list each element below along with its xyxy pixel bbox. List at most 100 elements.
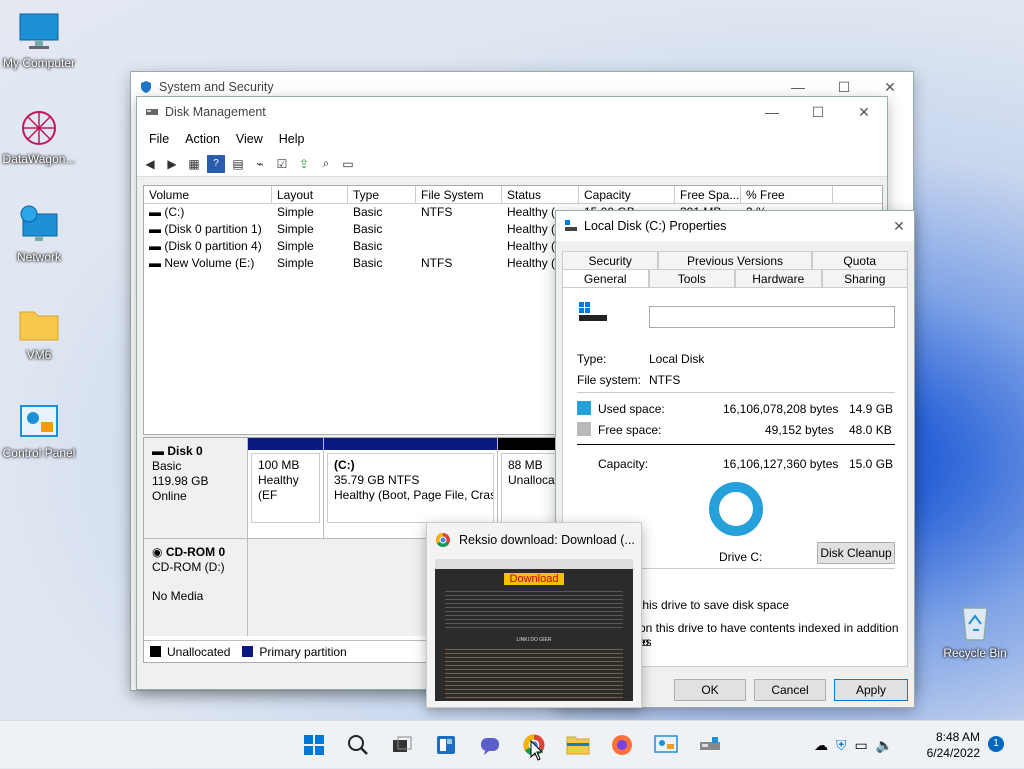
upload-icon[interactable]: ⇪ [295, 155, 313, 173]
start-button[interactable] [298, 729, 330, 761]
menu-view[interactable]: View [228, 132, 271, 146]
used-space-label: Used space: [598, 402, 665, 416]
desktop-icon-control-panel[interactable]: Control Panel [0, 400, 78, 460]
cdrom-drive: CD-ROM (D:) [152, 560, 225, 574]
search-icon[interactable]: ⌕ [317, 155, 335, 173]
tab-sharing[interactable]: Sharing [821, 269, 908, 287]
volume-list-header: Volume Layout Type File System Status Ca… [144, 186, 882, 204]
drive-label: Drive C: [719, 550, 763, 564]
disk-size: 119.98 GB [152, 474, 209, 488]
drive-large-icon [579, 302, 607, 321]
menu-file[interactable]: File [141, 132, 177, 146]
col-status[interactable]: Status [502, 186, 579, 203]
chat-button[interactable] [474, 729, 506, 761]
minimize-button[interactable]: — [749, 97, 795, 127]
widgets-button[interactable] [430, 729, 462, 761]
drive-icon: ▬ [149, 205, 165, 219]
col-pct-free[interactable]: % Free [741, 186, 833, 203]
chrome-taskbar-preview[interactable]: Reksio download: Download (... Download … [426, 522, 642, 708]
used-space-bytes: 16,106,078,208 bytes [723, 402, 839, 416]
search-button[interactable] [342, 729, 374, 761]
cancel-button[interactable]: Cancel [754, 679, 826, 701]
onedrive-icon[interactable]: ☁ [814, 737, 828, 754]
free-space-label: Free space: [598, 423, 662, 437]
tab-hardware[interactable]: Hardware [735, 269, 822, 287]
drive-icon: ▬ [149, 256, 165, 270]
recycle-bin-icon [962, 607, 988, 641]
forward-arrow-icon[interactable]: ▶ [163, 155, 181, 173]
view-pane-icon[interactable]: ▦ [185, 155, 203, 173]
capacity-label: Capacity: [598, 457, 649, 471]
security-shield-icon[interactable]: ⛨ [836, 737, 847, 754]
desktop-icon-vm6[interactable]: VM6 [0, 302, 78, 362]
task-view-button[interactable] [386, 729, 418, 761]
firefox-button[interactable] [606, 729, 638, 761]
disk-management-taskbar-button[interactable] [694, 729, 726, 761]
tab-previous-versions[interactable]: Previous Versions [658, 251, 812, 269]
control-panel-taskbar-button[interactable] [650, 729, 682, 761]
preview-thumbnail[interactable]: Download LINKI DO GIER [435, 559, 633, 701]
col-type[interactable]: Type [348, 186, 416, 203]
tab-tools[interactable]: Tools [648, 269, 735, 287]
col-filesystem[interactable]: File System [416, 186, 502, 203]
volume-icon[interactable]: 🔈 [876, 737, 893, 754]
desktop-icon-recycle-bin[interactable]: Recycle Bin [936, 600, 1014, 660]
properties-titlebar[interactable]: Local Disk (C:) Properties ✕ [556, 211, 914, 241]
desktop-icon-my-computer[interactable]: My Computer [0, 10, 78, 70]
network-icon [20, 205, 58, 241]
col-volume[interactable]: Volume [144, 186, 272, 203]
disk-management-titlebar[interactable]: Disk Management — ☐ ✕ [137, 97, 887, 127]
connect-icon[interactable]: ⌁ [251, 155, 269, 173]
file-explorer-button[interactable] [562, 729, 594, 761]
col-capacity[interactable]: Capacity [579, 186, 675, 203]
notification-badge[interactable]: 1 [988, 736, 1004, 752]
maximize-button[interactable]: ☐ [795, 97, 841, 127]
desktop-icon-datawagon[interactable]: DataWagon... [0, 106, 78, 166]
apply-button[interactable]: Apply [834, 679, 908, 701]
cdrom-label[interactable]: ◉ CD-ROM 0 CD-ROM (D:) No Media [144, 539, 248, 636]
close-button[interactable]: ✕ [884, 211, 914, 241]
partition-efi[interactable]: 100 MB Healthy (EF [248, 438, 324, 538]
properties-pane-icon[interactable]: ▤ [229, 155, 247, 173]
monitor-icon [19, 13, 59, 49]
type-cell: Basic [353, 239, 383, 253]
legend-primary: Primary partition [259, 644, 347, 659]
drive-label-input[interactable] [649, 306, 895, 328]
chrome-icon [436, 533, 450, 547]
console-icon[interactable]: ▭ [339, 155, 357, 173]
help-icon[interactable]: ? [207, 154, 225, 173]
search-icon [348, 735, 368, 755]
menu-bar: File Action View Help [137, 127, 887, 151]
drive-icon: ▬ [149, 239, 165, 253]
back-arrow-icon[interactable]: ◀ [141, 155, 159, 173]
col-free-space[interactable]: Free Spa... [675, 186, 741, 203]
legend-swatch-unallocated [150, 646, 161, 657]
firefox-icon [612, 735, 632, 755]
tab-quota[interactable]: Quota [811, 251, 908, 269]
close-button[interactable]: ✕ [841, 97, 887, 127]
menu-help[interactable]: Help [271, 132, 313, 146]
clock[interactable]: 8:48 AM 6/24/2022 [918, 721, 980, 769]
tab-general[interactable]: General [562, 269, 649, 287]
desktop-icon-network[interactable]: Network [0, 204, 78, 264]
control-panel-icon [654, 735, 678, 753]
tab-security[interactable]: Security [562, 251, 659, 269]
folder-icon [19, 311, 59, 341]
network-status-icon[interactable]: ▭ [855, 737, 868, 754]
folder-icon [566, 736, 590, 755]
clock-date: 6/24/2022 [926, 746, 980, 760]
disk-icon: ▬ [152, 444, 168, 458]
check-icon[interactable]: ☑ [273, 155, 291, 173]
disk-cleanup-button[interactable]: Disk Cleanup [817, 542, 895, 564]
ok-button[interactable]: OK [674, 679, 746, 701]
drive-icon: ▬ [149, 222, 165, 236]
menu-action[interactable]: Action [177, 132, 228, 146]
legend-swatch-primary [242, 646, 254, 657]
widgets-icon [437, 736, 455, 754]
col-layout[interactable]: Layout [272, 186, 348, 203]
disk0-label[interactable]: ▬ Disk 0 Basic 119.98 GB Online [144, 438, 248, 538]
properties-tabs: Security Previous Versions Quota General… [562, 251, 908, 287]
chat-icon [481, 738, 499, 755]
desktop-icon-label: Network [16, 250, 61, 264]
volume-cell: ▬ (C:) [149, 205, 185, 219]
